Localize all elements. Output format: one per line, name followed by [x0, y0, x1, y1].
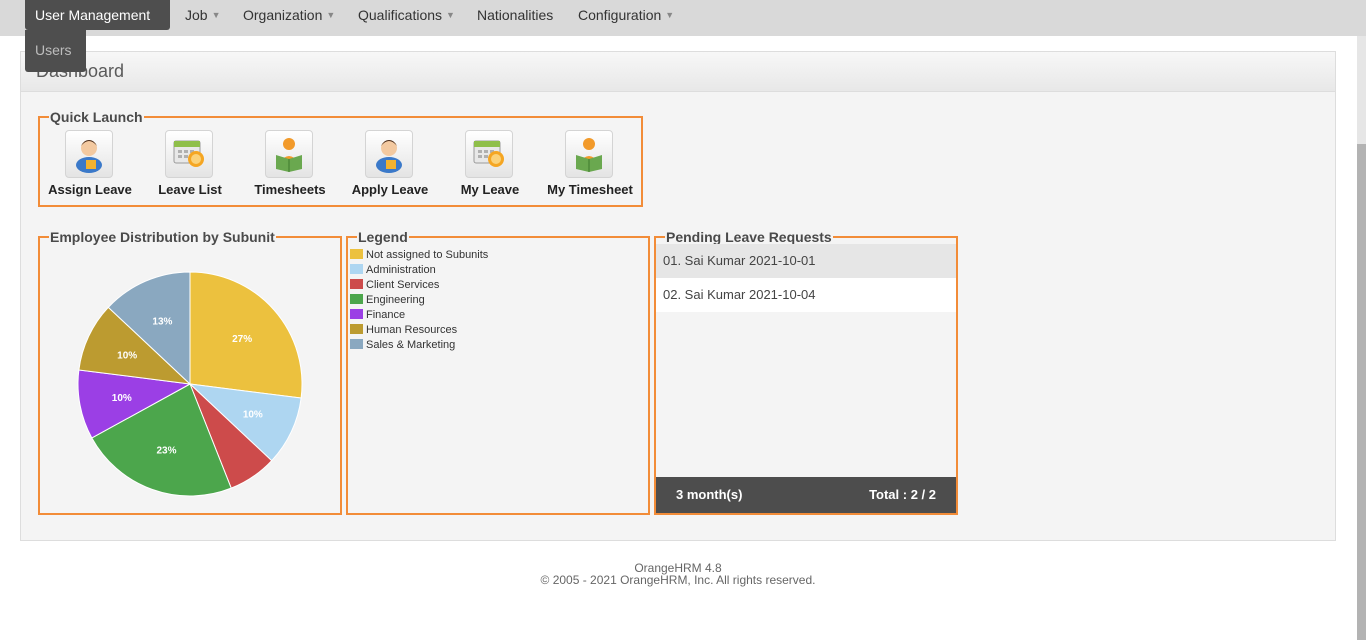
quick-launch-label: My Leave — [460, 182, 520, 197]
quick-launch-apply-leave[interactable]: Apply Leave — [340, 130, 440, 200]
legend-swatch — [350, 294, 363, 304]
employee-distribution-pie-chart: 27% 10% 23% 10% 10% 13% — [77, 271, 303, 497]
quick-launch-label: Timesheets — [254, 182, 326, 197]
apply-leave-icon — [365, 130, 413, 178]
nav-label: Configuration — [578, 7, 662, 23]
legend-item: Sales & Marketing — [350, 339, 455, 354]
quick-launch-leave-list[interactable]: Leave List — [140, 130, 240, 200]
quick-launch-timesheets[interactable]: Timesheets — [240, 130, 340, 200]
my-leave-icon — [465, 130, 513, 178]
legend-swatch — [350, 249, 363, 259]
nav-label: User Management — [35, 7, 151, 23]
legend-list: Not assigned to Subunits Administration Cl… — [348, 244, 648, 513]
nav-organization[interactable]: Organization ▼ — [243, 0, 335, 30]
quick-launch-label: Apply Leave — [351, 182, 429, 197]
nav-qualifications[interactable]: Qualifications ▼ — [358, 0, 455, 30]
legend-item: Not assigned to Subunits — [350, 249, 488, 264]
nav-label: Organization — [243, 7, 323, 23]
pie-slice-percent-label: 27% — [232, 334, 252, 345]
legend-swatch — [350, 339, 363, 349]
legend-label: Not assigned to Subunits — [366, 249, 489, 261]
legend-item: Engineering — [350, 294, 425, 309]
nav-user-management[interactable]: User Management — [25, 0, 171, 30]
chart-title: Employee Distribution by Subunit — [50, 229, 275, 245]
nav-label: Job — [185, 7, 208, 23]
dropdown-caret-icon: ▼ — [211, 10, 221, 20]
scrollbar-thumb[interactable] — [1357, 144, 1366, 640]
quick-launch-label: Leave List — [158, 182, 222, 197]
nav-label: Nationalities — [477, 7, 554, 23]
pie-slice-percent-label: 23% — [156, 445, 176, 456]
legend-item: Finance — [350, 309, 405, 324]
legend-label: Sales & Marketing — [366, 339, 456, 351]
legend-swatch — [350, 279, 363, 289]
legend-box: Legend Not assigned to Subunits Administr… — [346, 230, 650, 515]
legend-label: Engineering — [366, 294, 425, 306]
pending-period: 3 month(s) — [676, 487, 743, 502]
my-timesheet-icon — [565, 130, 613, 178]
submenu-users[interactable]: Users — [25, 30, 86, 72]
pie-slice-percent-label: 10% — [117, 350, 137, 361]
pending-leave-footer: 3 month(s) Total : 2 / 2 — [656, 477, 956, 513]
legend-label: Human Resources — [366, 324, 458, 336]
nav-configuration[interactable]: Configuration ▼ — [578, 0, 674, 30]
nav-nationalities[interactable]: Nationalities — [477, 0, 553, 30]
assign-leave-icon — [65, 130, 113, 178]
submenu-item-users[interactable]: Users — [35, 42, 72, 58]
dashboard-panel: Dashboard Quick Launch Assign Leave Leav… — [20, 51, 1336, 541]
legend-item: Human Resources — [350, 324, 457, 339]
legend-label: Finance — [366, 309, 406, 321]
pie-slice-percent-label: 10% — [243, 410, 263, 421]
quick-launch-box: Quick Launch Assign Leave Leave List Tim… — [38, 110, 643, 207]
legend-title: Legend — [358, 229, 408, 245]
timesheets-icon — [265, 130, 313, 178]
employee-distribution-box: Employee Distribution by Subunit 27% 10% 2… — [38, 230, 342, 515]
quick-launch-title: Quick Launch — [50, 109, 143, 125]
legend-swatch — [350, 264, 363, 274]
nav-label: Qualifications — [358, 7, 443, 23]
dropdown-caret-icon: ▼ — [326, 10, 336, 20]
pending-leave-row[interactable]: 02. Sai Kumar 2021-10-04 — [656, 278, 956, 312]
dropdown-caret-icon: ▼ — [665, 10, 675, 20]
top-nav-bar: User Management Job ▼ Organization ▼ Quali… — [0, 0, 1366, 36]
pie-slice-percent-label: 13% — [152, 316, 172, 327]
legend-swatch — [350, 309, 363, 319]
quick-launch-assign-leave[interactable]: Assign Leave — [40, 130, 140, 200]
pie-slice-percent-label: 10% — [112, 393, 132, 404]
legend-swatch — [350, 324, 363, 334]
quick-launch-my-leave[interactable]: My Leave — [440, 130, 540, 200]
quick-launch-my-timesheet[interactable]: My Timesheet — [540, 130, 640, 200]
legend-item: Client Services — [350, 279, 439, 294]
pending-leave-box: Pending Leave Requests 01. Sai Kumar 202… — [654, 230, 958, 515]
legend-label: Administration — [366, 264, 436, 276]
legend-label: Client Services — [366, 279, 440, 291]
quick-launch-label: My Timesheet — [547, 182, 633, 197]
page-scrollbar[interactable] — [1357, 36, 1366, 640]
dropdown-caret-icon: ▼ — [446, 10, 455, 20]
footer-copyright: © 2005 - 2021 OrangeHRM, Inc. All rights… — [540, 573, 816, 587]
pending-leave-row[interactable]: 01. Sai Kumar 2021-10-01 — [656, 244, 956, 278]
pending-leave-title: Pending Leave Requests — [666, 229, 832, 245]
pending-total: Total : 2 / 2 — [869, 487, 936, 502]
dashboard-header: Dashboard — [21, 52, 1335, 92]
legend-item: Administration — [350, 264, 436, 279]
leave-list-icon — [165, 130, 213, 178]
nav-job[interactable]: Job ▼ — [185, 0, 221, 30]
quick-launch-label: Assign Leave — [48, 182, 132, 197]
